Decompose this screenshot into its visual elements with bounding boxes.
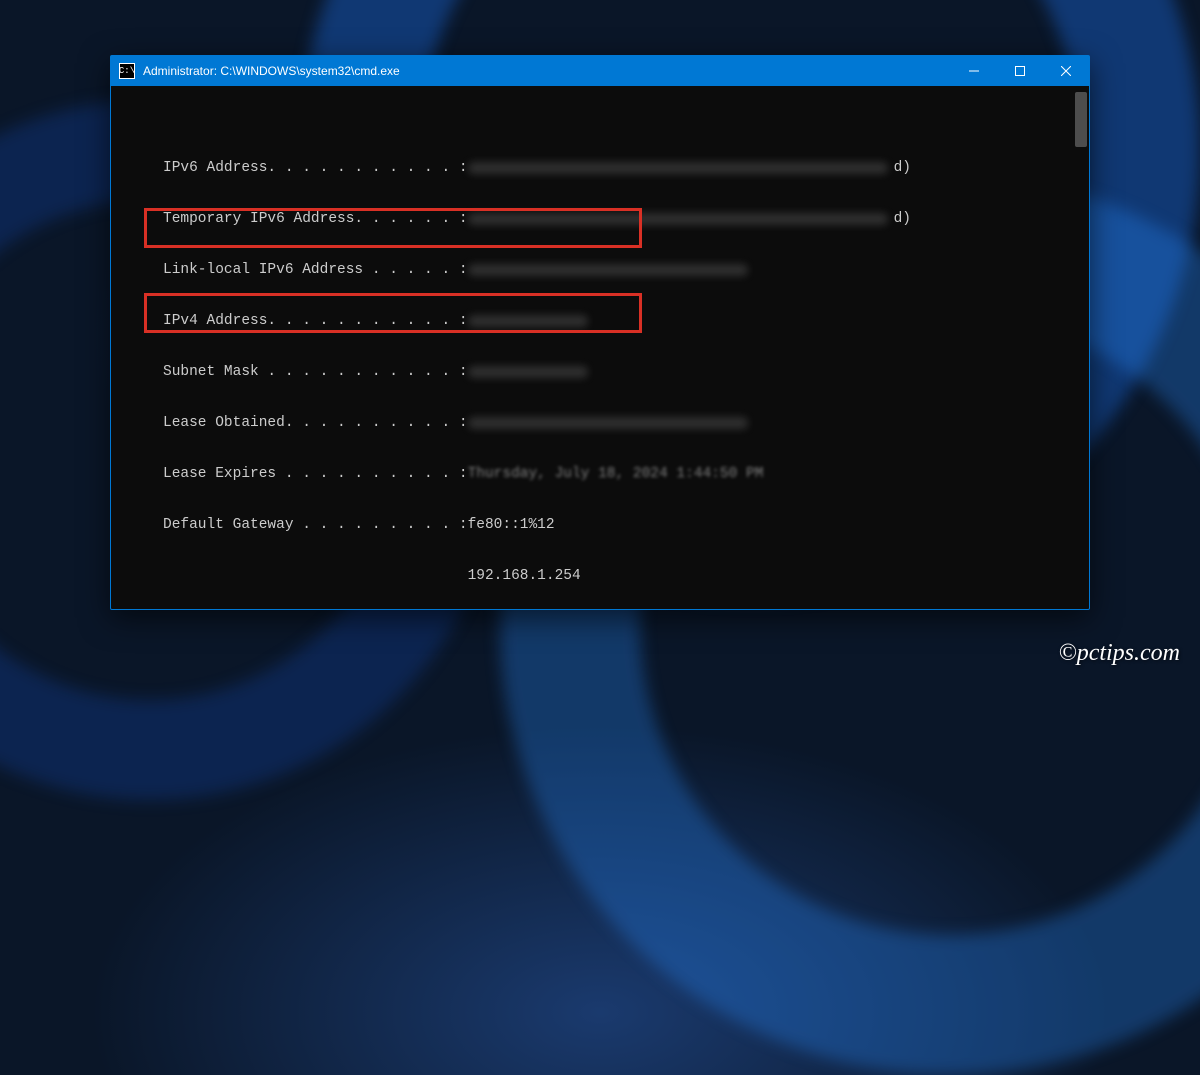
redacted-value [468,417,748,429]
scrollbar[interactable] [1075,92,1087,147]
subnet-mask-label: Subnet Mask . . . . . . . . . . . : [163,364,468,381]
default-gateway-label: Default Gateway . . . . . . . . . : [163,517,468,534]
redacted-value [468,315,588,327]
lease-expires-value: Thursday, July 18, 2024 1:44:50 PM [468,466,764,483]
cmd-window: C:\ Administrator: C:\WINDOWS\system32\c… [110,55,1090,610]
redacted-value [468,213,888,225]
lease-obtained-label: Lease Obtained. . . . . . . . . . : [163,415,468,432]
minimize-button[interactable] [951,56,997,86]
temp-ipv6-label: Temporary IPv6 Address. . . . . . : [163,211,468,228]
ipv4-address-label: IPv4 Address. . . . . . . . . . . : [163,313,468,330]
watermark: ©pctips.com [1058,640,1180,667]
redacted-value [468,162,888,174]
gateway-ipv6-value: fe80::1%12 [468,517,555,534]
titlebar[interactable]: C:\ Administrator: C:\WINDOWS\system32\c… [111,56,1089,86]
terminal-output[interactable]: IPv6 Address. . . . . . . . . . . : d) T… [111,86,1089,609]
link-local-label: Link-local IPv6 Address . . . . . : [163,262,468,279]
close-button[interactable] [1043,56,1089,86]
paren: d) [894,160,911,177]
maximize-button[interactable] [997,56,1043,86]
ipv6-address-label: IPv6 Address. . . . . . . . . . . : [163,160,468,177]
redacted-value [468,366,588,378]
window-title: Administrator: C:\WINDOWS\system32\cmd.e… [143,64,951,78]
redacted-value [468,264,748,276]
cmd-icon: C:\ [119,63,135,79]
paren: d) [894,211,911,228]
gateway-ipv4-value: 192.168.1.254 [468,568,581,585]
lease-expires-label: Lease Expires . . . . . . . . . . : [163,466,468,483]
